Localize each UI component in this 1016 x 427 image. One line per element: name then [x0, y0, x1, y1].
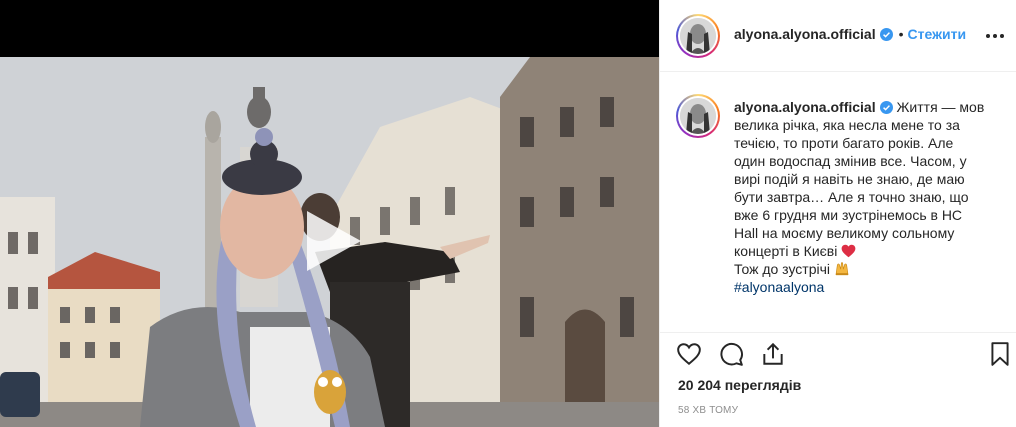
share-icon[interactable] [760, 341, 786, 367]
header-user-row: alyona.alyona.official • Стежити [734, 26, 966, 44]
caption-text: велика річка, яка несла мене то за [734, 117, 960, 133]
caption-text: бути завтра… Але я точно знаю, що [734, 189, 969, 205]
post-actions-bar [660, 332, 1016, 376]
caption-text: Тож до зустрічі [734, 261, 831, 277]
caption-text: вирі подій я навіть не знаю, де маю [734, 171, 965, 187]
comment-icon[interactable] [718, 341, 744, 367]
caption-text: Hall на моєму великому сольному [734, 225, 955, 241]
post-header: alyona.alyona.official • Стежити [660, 0, 1016, 72]
post-timestamp[interactable]: 58 ХВ ТОМУ [678, 405, 738, 416]
play-icon[interactable] [299, 208, 365, 274]
avatar-image [680, 18, 716, 54]
caption-text: вже 6 грудня ми зустрінемось в НС [734, 207, 963, 223]
caption-avatar-image [680, 98, 716, 134]
caption-text: течією, то проти багато років. Але [734, 135, 954, 151]
caption-text: один водоспад змінив все. Часом, у [734, 153, 967, 169]
caption-username[interactable]: alyona.alyona.official [734, 99, 876, 115]
caption-line-9: концерті в Києві [734, 242, 1002, 260]
follow-button[interactable]: Стежити [908, 26, 967, 42]
caption-text: концерті в Києві [734, 243, 838, 259]
instagram-post-modal: alyona.alyona.official • Стежити alyona.al… [0, 0, 1016, 427]
caption-text: Життя — мов [896, 99, 985, 115]
views-count[interactable]: 20 204 переглядів [678, 377, 801, 393]
avatar[interactable] [676, 14, 720, 58]
hashtag-link[interactable]: #alyonaalyona [734, 278, 1002, 296]
post-media[interactable] [0, 0, 659, 427]
heart-icon[interactable] [676, 341, 702, 367]
red-heart-emoji [841, 244, 856, 258]
caption-line-10: Тож до зустрічі [734, 260, 1002, 278]
raising-hands-emoji [835, 262, 849, 276]
caption-avatar[interactable] [676, 94, 720, 138]
verified-badge-icon [879, 28, 893, 41]
more-icon[interactable] [983, 24, 1007, 48]
verified-badge-icon [879, 101, 893, 114]
bookmark-icon[interactable] [987, 341, 1013, 367]
caption-line-1: alyona.alyona.official Життя — мов [734, 98, 1002, 116]
post-caption: alyona.alyona.official Життя — мов велик… [734, 98, 1002, 296]
header-username[interactable]: alyona.alyona.official [734, 26, 876, 42]
separator-dot: • [898, 26, 904, 42]
post-side-panel: alyona.alyona.official • Стежити alyona.al… [659, 0, 1016, 427]
